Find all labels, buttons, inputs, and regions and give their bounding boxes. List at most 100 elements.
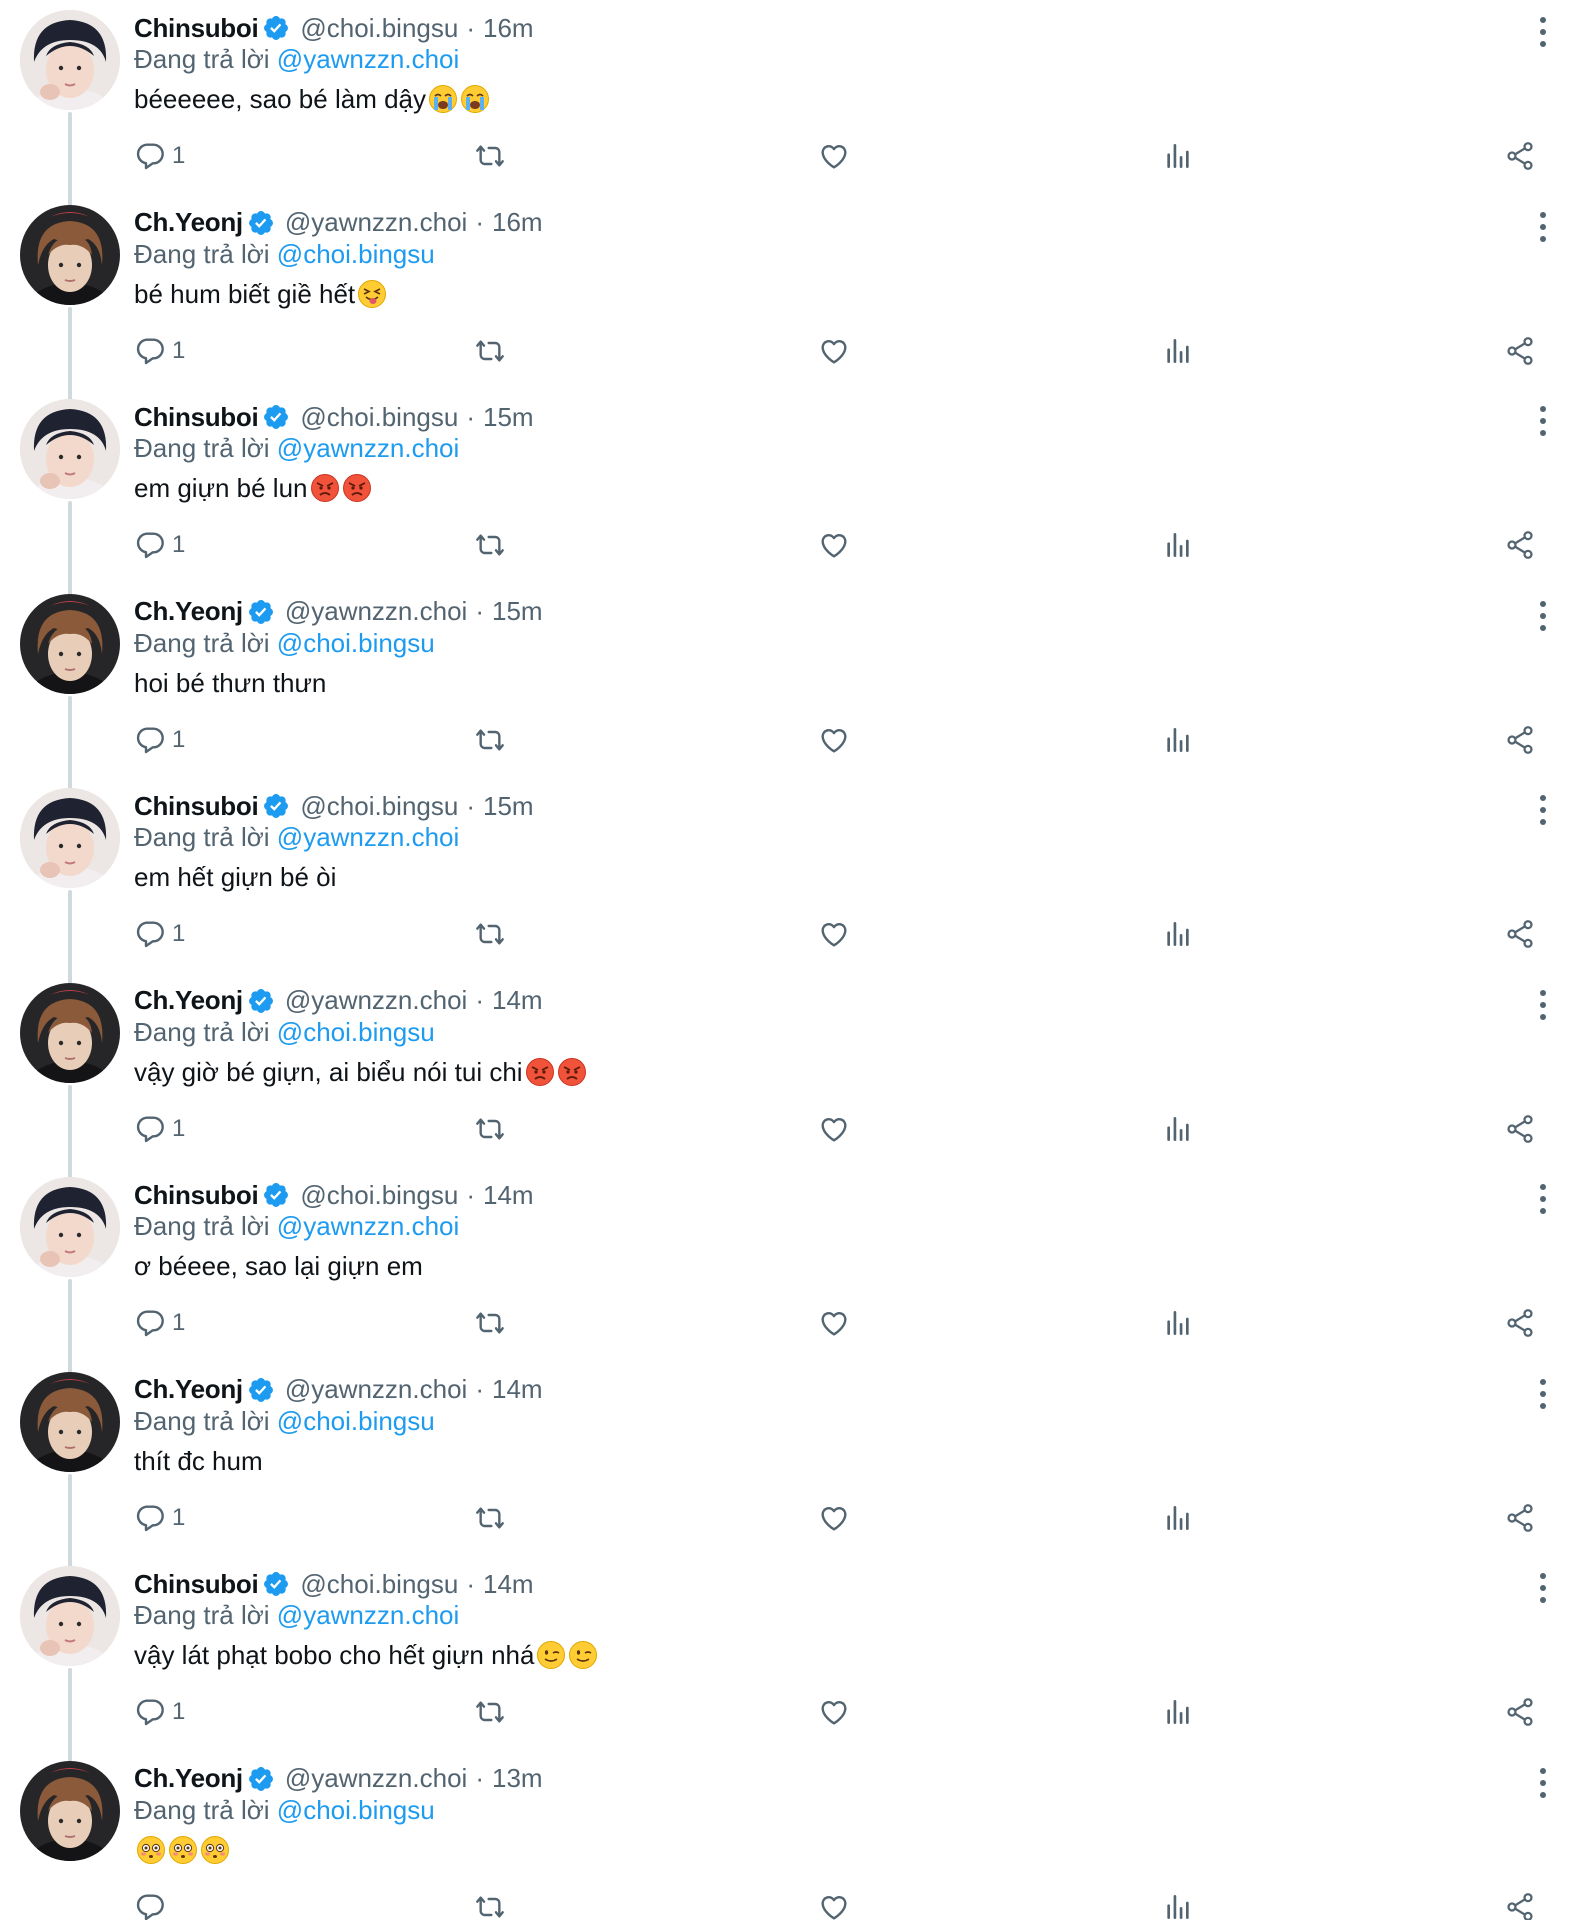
timestamp[interactable]: 15m: [492, 596, 543, 627]
more-options-button[interactable]: [1530, 1179, 1556, 1219]
user-handle[interactable]: @choi.bingsu: [300, 402, 458, 433]
tweet[interactable]: Chinsuboi @choi.bingsu · 15m Đang trả lờ…: [0, 780, 1577, 990]
views-button[interactable]: [1162, 1889, 1194, 1920]
timestamp[interactable]: 14m: [483, 1569, 534, 1600]
reply-button[interactable]: 1: [134, 138, 185, 174]
share-button[interactable]: [1504, 1500, 1536, 1536]
timestamp[interactable]: 15m: [483, 791, 534, 822]
avatar[interactable]: [20, 788, 120, 888]
timestamp[interactable]: 16m: [483, 13, 534, 44]
tweet[interactable]: Ch.Yeonj @yawnzzn.choi · 15m Đang trả lờ…: [0, 586, 1577, 796]
timestamp[interactable]: 14m: [492, 985, 543, 1016]
replying-to-handle-link[interactable]: @choi.bingsu: [277, 1406, 435, 1436]
timestamp[interactable]: 13m: [492, 1763, 543, 1794]
user-handle[interactable]: @choi.bingsu: [300, 791, 458, 822]
more-options-button[interactable]: [1530, 207, 1556, 247]
like-button[interactable]: [818, 1111, 850, 1147]
more-options-button[interactable]: [1530, 596, 1556, 636]
avatar[interactable]: [20, 593, 120, 694]
views-button[interactable]: [1162, 916, 1194, 952]
like-button[interactable]: [818, 1694, 850, 1730]
tweet[interactable]: Ch.Yeonj @yawnzzn.choi · 16m Đang trả lờ…: [0, 197, 1577, 407]
user-handle[interactable]: @choi.bingsu: [300, 1180, 458, 1211]
display-name[interactable]: Chinsuboi: [134, 402, 259, 433]
user-handle[interactable]: @yawnzzn.choi: [285, 1763, 467, 1794]
display-name[interactable]: Chinsuboi: [134, 13, 259, 44]
reply-button[interactable]: 1: [134, 916, 185, 952]
user-handle[interactable]: @yawnzzn.choi: [285, 596, 467, 627]
share-button[interactable]: [1504, 138, 1536, 174]
views-button[interactable]: [1162, 722, 1194, 758]
retweet-button[interactable]: [474, 333, 506, 369]
user-handle[interactable]: @yawnzzn.choi: [285, 1374, 467, 1405]
display-name[interactable]: Ch.Yeonj: [134, 207, 243, 238]
tweet[interactable]: Chinsuboi @choi.bingsu · 14m Đang trả lờ…: [0, 1169, 1577, 1379]
reply-button[interactable]: 1: [134, 1111, 185, 1147]
views-button[interactable]: [1162, 1500, 1194, 1536]
more-options-button[interactable]: [1530, 401, 1556, 441]
retweet-button[interactable]: [474, 916, 506, 952]
tweet[interactable]: Ch.Yeonj @yawnzzn.choi · 14m Đang trả lờ…: [0, 1364, 1577, 1574]
share-button[interactable]: [1504, 1305, 1536, 1341]
retweet-button[interactable]: [474, 1305, 506, 1341]
tweet[interactable]: Ch.Yeonj @yawnzzn.choi · 13m Đang trả lờ…: [0, 1753, 1577, 1920]
share-button[interactable]: [1504, 527, 1536, 563]
more-options-button[interactable]: [1530, 1763, 1556, 1803]
more-options-button[interactable]: [1530, 985, 1556, 1025]
like-button[interactable]: [818, 333, 850, 369]
display-name[interactable]: Chinsuboi: [134, 1569, 259, 1600]
views-button[interactable]: [1162, 1305, 1194, 1341]
user-handle[interactable]: @yawnzzn.choi: [285, 985, 467, 1016]
retweet-button[interactable]: [474, 1111, 506, 1147]
avatar[interactable]: [20, 982, 120, 1083]
display-name[interactable]: Ch.Yeonj: [134, 596, 243, 627]
replying-to-handle-link[interactable]: @choi.bingsu: [277, 1017, 435, 1047]
views-button[interactable]: [1162, 527, 1194, 563]
reply-button[interactable]: 1: [134, 333, 185, 369]
share-button[interactable]: [1504, 1889, 1536, 1920]
share-button[interactable]: [1504, 916, 1536, 952]
reply-button[interactable]: 1: [134, 1694, 185, 1730]
replying-to-handle-link[interactable]: @yawnzzn.choi: [277, 44, 459, 74]
tweet[interactable]: Ch.Yeonj @yawnzzn.choi · 14m Đang trả lờ…: [0, 975, 1577, 1185]
more-options-button[interactable]: [1530, 790, 1556, 830]
retweet-button[interactable]: [474, 1889, 506, 1920]
retweet-button[interactable]: [474, 722, 506, 758]
views-button[interactable]: [1162, 138, 1194, 174]
retweet-button[interactable]: [474, 1500, 506, 1536]
avatar[interactable]: [20, 399, 120, 499]
display-name[interactable]: Ch.Yeonj: [134, 985, 243, 1016]
views-button[interactable]: [1162, 333, 1194, 369]
tweet[interactable]: Chinsuboi @choi.bingsu · 14m Đang trả lờ…: [0, 1558, 1577, 1768]
more-options-button[interactable]: [1530, 1568, 1556, 1608]
share-button[interactable]: [1504, 333, 1536, 369]
more-options-button[interactable]: [1530, 12, 1556, 52]
like-button[interactable]: [818, 527, 850, 563]
reply-button[interactable]: [134, 1889, 172, 1920]
reply-button[interactable]: 1: [134, 1305, 185, 1341]
user-handle[interactable]: @choi.bingsu: [300, 13, 458, 44]
replying-to-handle-link[interactable]: @yawnzzn.choi: [277, 433, 459, 463]
share-button[interactable]: [1504, 722, 1536, 758]
tweet[interactable]: Chinsuboi @choi.bingsu · 16m Đang trả lờ…: [0, 2, 1577, 212]
replying-to-handle-link[interactable]: @choi.bingsu: [277, 628, 435, 658]
avatar[interactable]: [20, 204, 120, 305]
retweet-button[interactable]: [474, 527, 506, 563]
avatar[interactable]: [20, 1566, 120, 1666]
timestamp[interactable]: 16m: [492, 207, 543, 238]
avatar[interactable]: [20, 1371, 120, 1472]
like-button[interactable]: [818, 138, 850, 174]
replying-to-handle-link[interactable]: @yawnzzn.choi: [277, 1600, 459, 1630]
timestamp[interactable]: 15m: [483, 402, 534, 433]
views-button[interactable]: [1162, 1694, 1194, 1730]
replying-to-handle-link[interactable]: @yawnzzn.choi: [277, 1211, 459, 1241]
replying-to-handle-link[interactable]: @choi.bingsu: [277, 239, 435, 269]
display-name[interactable]: Chinsuboi: [134, 1180, 259, 1211]
like-button[interactable]: [818, 1889, 850, 1920]
more-options-button[interactable]: [1530, 1374, 1556, 1414]
share-button[interactable]: [1504, 1111, 1536, 1147]
retweet-button[interactable]: [474, 1694, 506, 1730]
like-button[interactable]: [818, 722, 850, 758]
user-handle[interactable]: @choi.bingsu: [300, 1569, 458, 1600]
avatar[interactable]: [20, 1760, 120, 1861]
